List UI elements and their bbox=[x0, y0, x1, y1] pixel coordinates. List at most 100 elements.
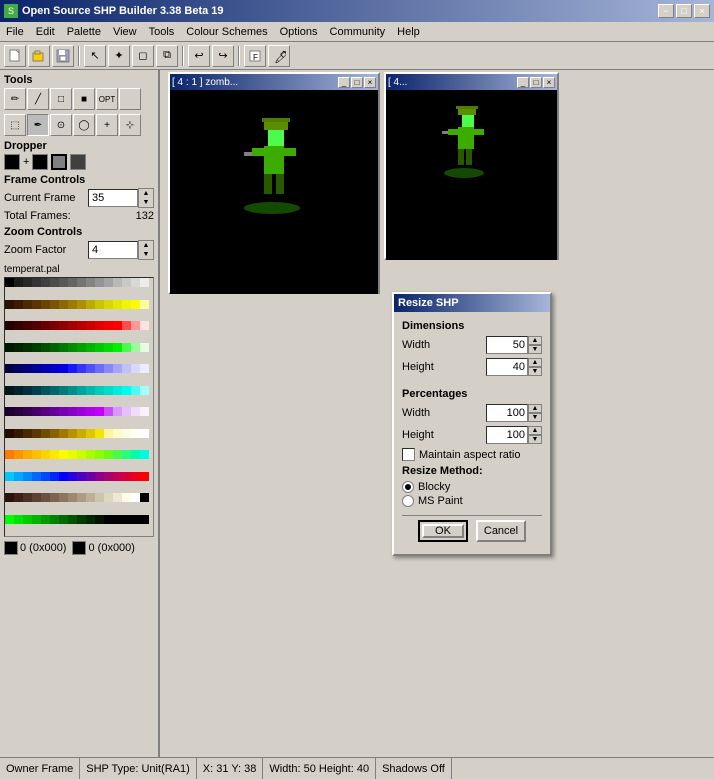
palette-cell[interactable] bbox=[14, 343, 23, 352]
palette-cell[interactable] bbox=[77, 407, 86, 416]
palette-cell[interactable] bbox=[95, 278, 104, 287]
palette-cell[interactable] bbox=[68, 300, 77, 309]
palette-cell[interactable] bbox=[41, 450, 50, 459]
dim-width-input[interactable] bbox=[486, 336, 528, 354]
palette-cell[interactable] bbox=[77, 278, 86, 287]
palette-cell[interactable] bbox=[77, 386, 86, 395]
palette-cell[interactable] bbox=[41, 321, 50, 330]
palette-cell[interactable] bbox=[68, 407, 77, 416]
palette-cell[interactable] bbox=[122, 493, 131, 502]
frame-down-arrow[interactable]: ▼ bbox=[139, 198, 153, 207]
palette-cell[interactable] bbox=[104, 364, 113, 373]
palette-cell[interactable] bbox=[86, 450, 95, 459]
palette-cell[interactable] bbox=[23, 450, 32, 459]
palette-cell[interactable] bbox=[5, 386, 14, 395]
palette-cell[interactable] bbox=[122, 429, 131, 438]
palette-cell[interactable] bbox=[50, 450, 59, 459]
palette-cell[interactable] bbox=[50, 429, 59, 438]
palette-cell[interactable] bbox=[113, 278, 122, 287]
palette-cell[interactable] bbox=[59, 300, 68, 309]
pct-width-input[interactable] bbox=[486, 404, 528, 422]
mspaint-radio[interactable] bbox=[402, 495, 414, 507]
palette-cell[interactable] bbox=[95, 386, 104, 395]
palette-cell[interactable] bbox=[104, 515, 113, 524]
zoom-arrows[interactable]: ▲ ▼ bbox=[138, 240, 154, 260]
copy-tool[interactable]: ⧉ bbox=[156, 45, 178, 67]
cursor-tool[interactable]: ↖ bbox=[84, 45, 106, 67]
palette-cell[interactable] bbox=[41, 300, 50, 309]
palette-cell[interactable] bbox=[113, 386, 122, 395]
frame-minimize-2[interactable]: _ bbox=[517, 77, 529, 88]
palette-cell[interactable] bbox=[5, 364, 14, 373]
palette-cell[interactable] bbox=[122, 386, 131, 395]
palette-cell[interactable] bbox=[59, 515, 68, 524]
palette-cell[interactable] bbox=[86, 493, 95, 502]
palette-cell[interactable] bbox=[41, 364, 50, 373]
palette-cell[interactable] bbox=[59, 278, 68, 287]
frame-window-1[interactable]: [ 4 : 1 ] zomb... _ □ × bbox=[168, 72, 380, 294]
palette-cell[interactable] bbox=[59, 429, 68, 438]
palette-cell[interactable] bbox=[140, 343, 149, 352]
palette-cell[interactable] bbox=[59, 364, 68, 373]
frame-maximize-1[interactable]: □ bbox=[351, 77, 363, 88]
dim-width-down[interactable]: ▼ bbox=[528, 345, 542, 354]
palette-cell[interactable] bbox=[50, 364, 59, 373]
palette-cell[interactable] bbox=[59, 407, 68, 416]
palette-cell[interactable] bbox=[14, 450, 23, 459]
palette-cell[interactable] bbox=[104, 407, 113, 416]
blocky-radio[interactable] bbox=[402, 481, 414, 493]
palette-cell[interactable] bbox=[5, 515, 14, 524]
dropper-color-outline[interactable] bbox=[51, 154, 67, 170]
palette-cell[interactable] bbox=[59, 493, 68, 502]
palette-cell[interactable] bbox=[140, 386, 149, 395]
pct-height-input[interactable] bbox=[486, 426, 528, 444]
palette-cell[interactable] bbox=[131, 343, 140, 352]
pct-height-down[interactable]: ▼ bbox=[528, 435, 542, 444]
palette-cell[interactable] bbox=[122, 278, 131, 287]
undo-button[interactable]: ↩ bbox=[188, 45, 210, 67]
zoom-up-arrow[interactable]: ▲ bbox=[139, 241, 153, 250]
palette-cell[interactable] bbox=[59, 450, 68, 459]
tool-spray[interactable]: ⊙ bbox=[50, 114, 72, 136]
tool-magic2[interactable]: ⊹ bbox=[119, 114, 141, 136]
dim-width-input-group[interactable]: ▲ ▼ bbox=[486, 336, 542, 354]
erase-tool[interactable]: ◻ bbox=[132, 45, 154, 67]
palette-cell[interactable] bbox=[5, 300, 14, 309]
pct-width-down[interactable]: ▼ bbox=[528, 413, 542, 422]
palette-cell[interactable] bbox=[86, 386, 95, 395]
palette-cell[interactable] bbox=[95, 493, 104, 502]
palette-cell[interactable] bbox=[32, 472, 41, 481]
palette-cell[interactable] bbox=[86, 472, 95, 481]
tool-unk1[interactable]: OPT bbox=[96, 88, 118, 110]
palette-cell[interactable] bbox=[140, 429, 149, 438]
palette-cell[interactable] bbox=[14, 407, 23, 416]
frame-window-2[interactable]: [ 4... _ □ × bbox=[384, 72, 559, 260]
frame-up-arrow[interactable]: ▲ bbox=[139, 189, 153, 198]
palette-cell[interactable] bbox=[68, 343, 77, 352]
palette-cell[interactable] bbox=[23, 515, 32, 524]
palette-cell[interactable] bbox=[131, 300, 140, 309]
palette-cell[interactable] bbox=[77, 515, 86, 524]
palette-cell[interactable] bbox=[68, 364, 77, 373]
palette-cell[interactable] bbox=[14, 515, 23, 524]
palette-cell[interactable] bbox=[14, 321, 23, 330]
palette-cell[interactable] bbox=[77, 450, 86, 459]
palette-cell[interactable] bbox=[77, 493, 86, 502]
palette-cell[interactable] bbox=[140, 300, 149, 309]
palette-cell[interactable] bbox=[140, 450, 149, 459]
pct-height-arrows[interactable]: ▲ ▼ bbox=[528, 426, 542, 444]
palette-cell[interactable] bbox=[86, 300, 95, 309]
magic-tool[interactable]: ✦ bbox=[108, 45, 130, 67]
palette-cell[interactable] bbox=[50, 321, 59, 330]
palette-cell[interactable] bbox=[140, 321, 149, 330]
palette-cell[interactable] bbox=[14, 278, 23, 287]
dropper-color-primary[interactable] bbox=[4, 154, 20, 170]
palette-cell[interactable] bbox=[77, 343, 86, 352]
palette-cell[interactable] bbox=[68, 429, 77, 438]
palette-cell[interactable] bbox=[23, 321, 32, 330]
palette-cell[interactable] bbox=[32, 407, 41, 416]
palette-cell[interactable] bbox=[95, 450, 104, 459]
palette-cell[interactable] bbox=[104, 472, 113, 481]
palette-cell[interactable] bbox=[95, 515, 104, 524]
frame-button[interactable]: F bbox=[244, 45, 266, 67]
